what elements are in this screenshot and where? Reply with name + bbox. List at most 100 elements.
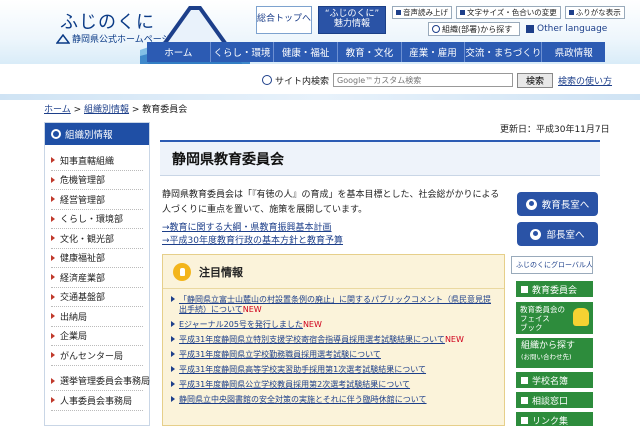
- org-search-label: 組織(部署)から探す: [442, 24, 513, 34]
- arrow-right-icon: [51, 377, 55, 384]
- nav-exchange[interactable]: 交流・まちづくり: [465, 42, 543, 62]
- font-color-button[interactable]: 文字サイズ・色合いの変更: [456, 6, 561, 19]
- breadcrumb-sep: >: [70, 105, 84, 115]
- nav-education[interactable]: 教育・文化: [338, 42, 402, 62]
- arrow-right-icon: [51, 254, 55, 261]
- sidebar-item-cancer-center[interactable]: がんセンター局: [51, 346, 143, 366]
- find-by-org-line2: (お問い合わせ先): [521, 353, 572, 361]
- new-badge: NEW: [302, 320, 322, 329]
- sidebar-item-personnel[interactable]: 人事委員会事務局: [51, 391, 143, 411]
- board-of-education-button[interactable]: 教育委員会: [516, 281, 593, 297]
- policy-links: →教育に関する大綱・県教育振興基本計画 →平成30年度教育行政の基本方針と教育予…: [162, 222, 343, 248]
- search-help-link[interactable]: 検索の使い方: [558, 74, 612, 87]
- global-nav: ホーム くらし・環境 健康・福祉 教育・文化 産業・雇用 交流・まちづくり 県政…: [147, 42, 605, 62]
- superintendent-room-label: 教育長室へ: [541, 200, 590, 211]
- top-page-button[interactable]: 総合トップへ: [256, 6, 312, 34]
- nav-government[interactable]: 県政情報: [542, 42, 605, 62]
- person-icon: [525, 198, 537, 210]
- arrow-right-icon: [51, 215, 55, 222]
- sidebar-item-crisis[interactable]: 危機管理部: [51, 171, 143, 190]
- arrow-right-icon: [51, 293, 55, 300]
- breadcrumb-current: 教育委員会: [142, 105, 188, 115]
- notice-item-text: 「静岡県立富士山麓山の村設置条例の廃止」に関するパブリックコメント（県民意見提出…: [179, 295, 491, 314]
- breadcrumb-home[interactable]: ホーム: [44, 105, 71, 115]
- superintendent-room-button[interactable]: 教育長室へ: [517, 192, 598, 216]
- charm-info-button[interactable]: “ふじのくに” 魅力情報: [318, 6, 386, 34]
- link-policy-budget[interactable]: →平成30年度教育行政の基本方針と教育予算: [162, 235, 343, 248]
- global-fund-banner[interactable]: ふじのくにグローバル人材育成基金: [511, 256, 593, 274]
- sidebar-item-label: 選挙管理委員会事務局: [60, 377, 151, 388]
- arrow-right-icon: [51, 196, 55, 203]
- other-language-link[interactable]: Other language: [526, 22, 607, 36]
- notice-item[interactable]: 平成31年度静岡県公立学校教員採用第2次選考試験結果について: [171, 380, 504, 390]
- notice-item-text: Eジャーナル205号を発行しました: [179, 320, 303, 329]
- notice-item[interactable]: Eジャーナル205号を発行しましたNEW: [171, 320, 504, 330]
- sidebar-item-label: 文化・観光部: [60, 234, 115, 245]
- arrow-right-icon: [171, 336, 175, 342]
- sidebar-item-label: 交通基盤部: [60, 293, 106, 304]
- square-bullet-icon: [521, 285, 528, 293]
- facebook-banner[interactable]: 教育委員会の フェイス ブック: [516, 302, 593, 334]
- sidebar-item-label: 危機管理部: [60, 176, 106, 187]
- sidebar-item-label: 経営管理部: [60, 195, 106, 206]
- notice-item[interactable]: 静岡県立中央図書館の安全対策の実施とそれに伴う臨時休館について: [171, 395, 504, 405]
- sidebar-item-culture[interactable]: 文化・観光部: [51, 229, 143, 249]
- sidebar-item-treasury[interactable]: 出納局: [51, 307, 143, 327]
- nav-home[interactable]: ホーム: [147, 42, 211, 62]
- breadcrumb-org[interactable]: 組織別情報: [84, 105, 129, 115]
- sidebar-item-environment[interactable]: くらし・環境部: [51, 210, 143, 229]
- board-of-education-label: 教育委員会: [532, 285, 578, 296]
- header-band: [0, 94, 640, 100]
- arrow-right-icon: [171, 366, 175, 372]
- sidebar-list: 知事直轄組織 危機管理部 経営管理部 くらし・環境部 文化・観光部 健康福祉部 …: [45, 145, 150, 411]
- link-education-outline[interactable]: →教育に関する大綱・県教育振興基本計画: [162, 222, 343, 235]
- sidebar-item-election[interactable]: 選挙管理委員会事務局: [51, 372, 150, 391]
- arrow-right-icon: [51, 157, 55, 164]
- search-input[interactable]: [333, 73, 514, 87]
- notice-item[interactable]: 平成31年度静岡県高等学校実習助手採用第1次選考試験結果について: [171, 365, 504, 375]
- search-icon: [432, 25, 440, 33]
- notice-panel: 注目情報 「静岡県立富士山麓山の村設置条例の廃止」に関するパブリックコメント（県…: [162, 254, 505, 426]
- notice-item[interactable]: 平成31年度静岡県立学校勤務職員採用選考試験について: [171, 350, 504, 360]
- furigana-button[interactable]: ふりがな表示: [564, 6, 625, 19]
- sidebar-item-label: 健康福祉部: [60, 254, 106, 265]
- nav-health[interactable]: 健康・福祉: [274, 42, 339, 62]
- sidebar-item-label: がんセンター局: [60, 351, 124, 362]
- sidebar-item-enterprise[interactable]: 企業局: [51, 327, 143, 346]
- sidebar-item-label: 出納局: [60, 312, 88, 323]
- speaker-icon: [396, 10, 401, 15]
- sidebar-item-management[interactable]: 経営管理部: [51, 190, 143, 210]
- square-bullet-icon: [521, 416, 528, 424]
- notice-item[interactable]: 「静岡県立富士山麓山の村設置条例の廃止」に関するパブリックコメント（県民意見提出…: [171, 295, 504, 315]
- sidebar-item-transport[interactable]: 交通基盤部: [51, 288, 143, 307]
- sidebar-heading: 組織別情報: [45, 123, 149, 145]
- notice-item-text: 平成31年度静岡県立特別支援学校寄宿舎指導員採用選考試験結果について: [179, 335, 445, 344]
- search-button[interactable]: 検索: [517, 72, 554, 88]
- sidebar-item-label: 知事直轄組織: [60, 156, 115, 167]
- school-list-button[interactable]: 学校名簿: [516, 372, 593, 388]
- arrow-right-icon: [51, 235, 55, 242]
- org-search-button[interactable]: 組織(部署)から探す: [428, 22, 520, 36]
- read-aloud-button[interactable]: 音声読み上げ: [392, 6, 452, 19]
- globe-icon: [526, 25, 534, 33]
- consultation-button[interactable]: 相談窓口: [516, 392, 593, 408]
- sidebar-item-health[interactable]: 健康福祉部: [51, 249, 143, 268]
- arrow-right-icon: [171, 321, 175, 327]
- font-icon: [460, 10, 465, 15]
- sidebar-item-governor[interactable]: 知事直轄組織: [51, 151, 143, 171]
- arrow-right-icon: [51, 397, 55, 404]
- notice-item[interactable]: 平成31年度静岡県立特別支援学校寄宿舎指導員採用選考試験結果についてNEW: [171, 335, 504, 345]
- nav-industry[interactable]: 産業・雇用: [402, 42, 466, 62]
- utility-buttons: 音声読み上げ 文字サイズ・色合いの変更 ふりがな表示: [392, 6, 625, 19]
- new-badge: NEW: [242, 305, 262, 314]
- sidebar-item-economy[interactable]: 経済産業部: [51, 268, 143, 288]
- links-button[interactable]: リンク集: [516, 412, 593, 426]
- org-icon: [51, 129, 61, 139]
- notice-list: 「静岡県立富士山麓山の村設置条例の廃止」に関するパブリックコメント（県民意見提出…: [163, 289, 504, 405]
- nav-living[interactable]: くらし・環境: [211, 42, 275, 62]
- director-room-button[interactable]: 部長室へ: [517, 222, 598, 246]
- find-by-org-banner[interactable]: 組織から探す (お問い合わせ先): [516, 338, 593, 368]
- notice-item-text: 平成31年度静岡県公立学校教員採用第2次選考試験結果について: [179, 380, 411, 389]
- site-search-label: サイト内検索: [262, 74, 329, 87]
- arrow-right-icon: [51, 274, 55, 281]
